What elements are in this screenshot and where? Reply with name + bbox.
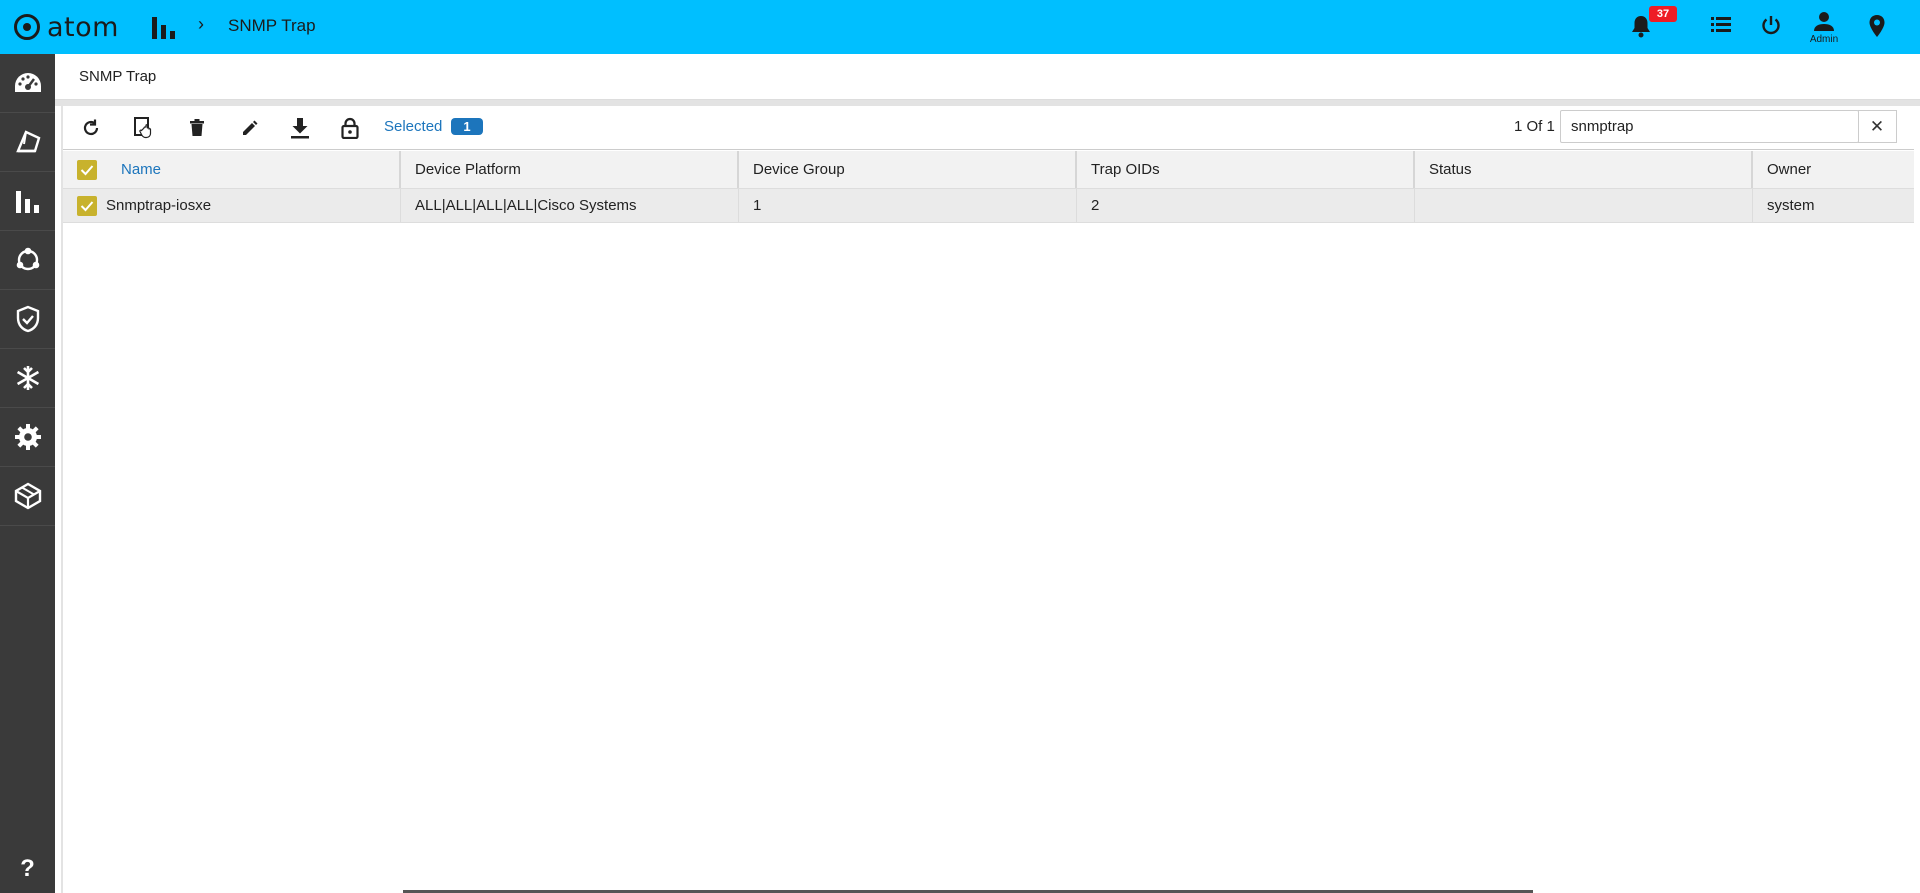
search-box [1560,110,1859,143]
top-bar: atom › SNMP Trap 37 Admin [0,0,1920,54]
sidebar-item-freeze[interactable] [0,349,55,408]
user-icon [1814,12,1834,31]
notification-badge[interactable]: 37 [1649,6,1677,22]
new-document-icon [134,117,152,139]
sidebar-item-analytics[interactable] [0,172,55,231]
delete-button[interactable] [185,116,209,140]
sidebar: ? [0,54,55,893]
trash-icon [190,119,204,136]
cell-trap-oids: 2 [1077,189,1415,222]
row-checkbox[interactable] [77,195,97,216]
topology-icon [15,130,40,153]
select-all-checkbox[interactable] [77,159,97,180]
user-label: Admin [1809,34,1839,45]
selection-indicator: Selected 1 [384,118,483,135]
table-header: Name Device Platform Device Group Trap O… [63,151,1914,189]
cell-status [1415,189,1753,222]
sidebar-item-packages[interactable] [0,467,55,526]
main-content: Selected 1 1 Of 1 ✕ Name Device Platform… [61,106,1914,893]
row-name: Snmptrap-iosxe [106,197,212,214]
location-pin-icon[interactable] [1868,14,1886,42]
cube-icon [14,482,41,510]
cell-device-group: 1 [739,189,1077,222]
logo-text: atom [47,11,119,43]
selected-count-badge: 1 [451,118,483,135]
checkmark-icon [80,200,94,211]
help-icon[interactable]: ? [0,855,55,883]
column-header-status[interactable]: Status [1415,151,1753,188]
clear-search-button[interactable]: ✕ [1858,110,1897,143]
column-header-name[interactable]: Name [63,151,401,188]
column-header-device-group[interactable]: Device Group [739,151,1077,188]
breadcrumb-chevron-icon: › [198,14,204,34]
cell-device-platform: ALL|ALL|ALL|ALL|Cisco Systems [401,189,739,222]
shield-check-icon [16,305,39,333]
sidebar-item-workflow[interactable] [0,231,55,290]
bar-chart-icon[interactable] [150,13,178,43]
edit-button[interactable] [238,116,262,140]
cell-owner: system [1767,197,1815,214]
sidebar-item-settings[interactable] [0,408,55,467]
pencil-icon [243,120,258,135]
cell-name: Snmptrap-iosxe [63,189,401,222]
task-list-icon[interactable] [1710,14,1732,40]
power-icon[interactable] [1760,14,1782,40]
snowflake-icon [16,366,39,390]
analytics-icon [15,191,39,213]
column-header-label: Name [121,161,162,178]
toolbar: Selected 1 1 Of 1 ✕ [63,106,1914,150]
column-header-owner[interactable]: Owner [1753,151,1914,188]
logo-icon [14,14,40,40]
workflow-icon [16,247,39,271]
column-header-device-platform[interactable]: Device Platform [401,151,739,188]
snmp-trap-table: Name Device Platform Device Group Trap O… [63,151,1914,223]
gear-icon [14,424,41,450]
refresh-button[interactable] [79,116,103,140]
search-input[interactable] [1561,111,1858,142]
sidebar-item-topology[interactable] [0,113,55,172]
app-logo[interactable]: atom [14,11,119,43]
refresh-icon [83,119,99,136]
lock-button[interactable] [338,116,362,140]
page-header: SNMP Trap [55,54,1920,100]
selected-label: Selected [384,118,443,135]
add-button[interactable] [132,116,156,140]
pagination-info: 1 Of 1 [1514,118,1555,135]
download-button[interactable] [288,116,312,140]
checkmark-icon [80,164,94,175]
table-row[interactable]: Snmptrap-iosxe ALL|ALL|ALL|ALL|Cisco Sys… [63,189,1914,223]
download-icon [291,118,309,139]
column-header-trap-oids[interactable]: Trap OIDs [1077,151,1415,188]
sidebar-item-dashboard[interactable] [0,54,55,113]
page-title: SNMP Trap [79,68,157,85]
breadcrumb: SNMP Trap [228,16,316,35]
user-menu[interactable]: Admin [1804,10,1844,45]
lock-icon [341,117,359,139]
sidebar-item-compliance[interactable] [0,290,55,349]
dashboard-icon [14,73,41,92]
